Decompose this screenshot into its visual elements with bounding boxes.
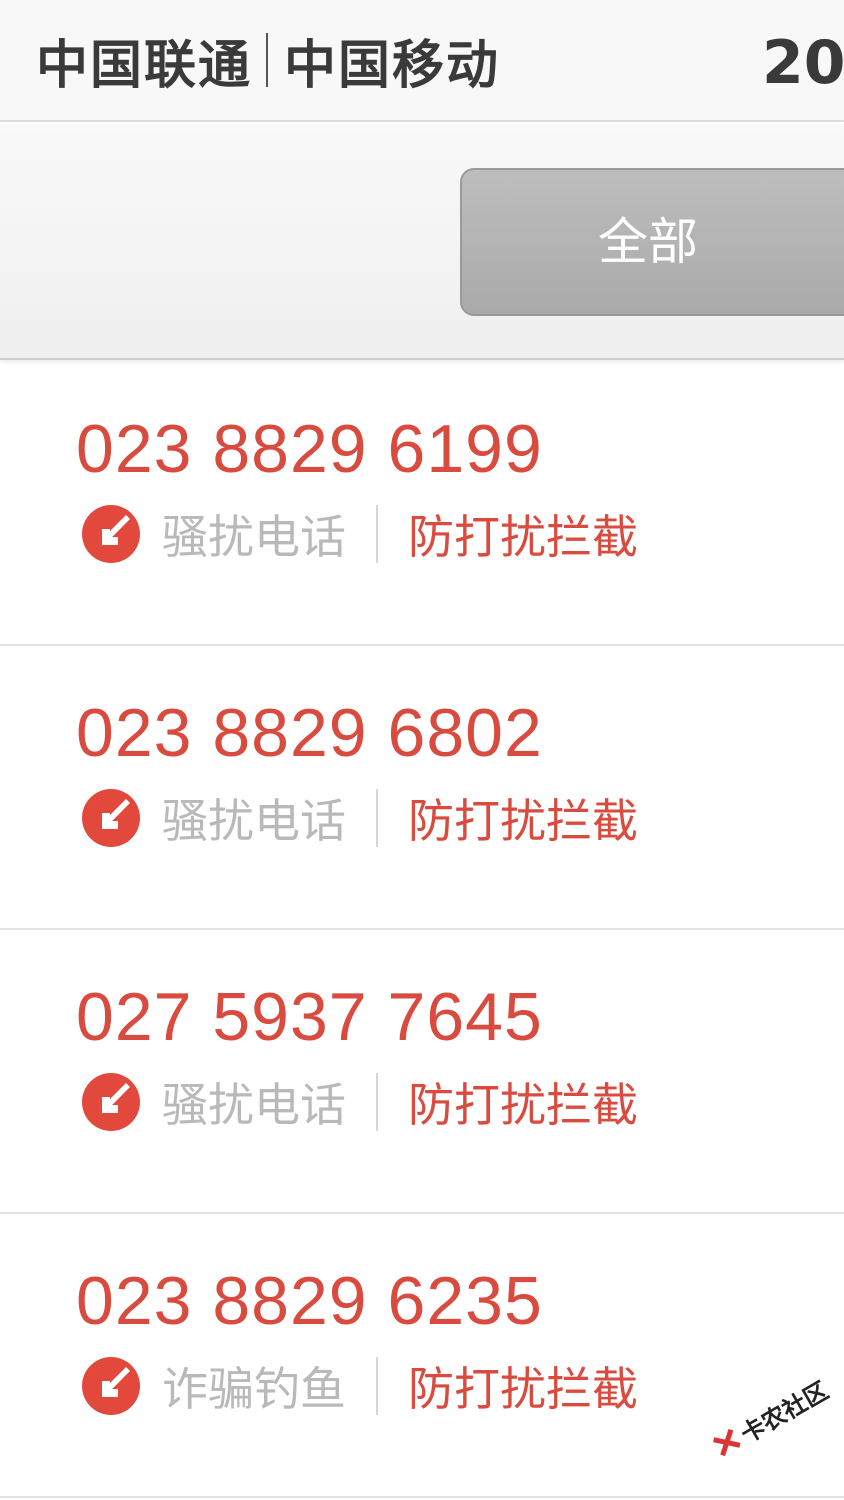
call-meta: 骚扰电话 防打扰拦截 [82,502,638,566]
call-meta: 诈骗钓鱼 防打扰拦截 [82,1354,638,1418]
status-bar: 中国联通 中国移动 20: [0,0,844,122]
blocked-call-icon [82,505,140,563]
phone-number: 023 8829 6802 [76,695,543,771]
blocked-call-icon [82,1073,140,1131]
meta-divider [376,1357,378,1415]
carrier-secondary: 中国移动 [284,35,501,96]
carrier-separator [266,33,269,87]
block-reason: 防打扰拦截 [408,794,638,848]
meta-divider [376,789,378,847]
filter-bar: 全部 [0,124,844,360]
filter-tab-all[interactable]: 全部 [460,168,844,316]
blocked-call-icon [82,789,140,847]
blocked-call-list: 023 8829 6199 骚扰电话 防打扰拦截 023 8829 6802 骚… [0,362,844,1498]
carrier-info: 中国联通 中国移动 [36,28,500,96]
phone-number: 027 5937 7645 [76,979,543,1055]
status-clock: 20: [762,28,844,98]
call-meta: 骚扰电话 防打扰拦截 [82,1070,638,1134]
list-item[interactable]: 023 8829 6235 诈骗钓鱼 防打扰拦截 [0,1214,844,1498]
block-reason: 防打扰拦截 [408,1362,638,1416]
meta-divider [376,505,378,563]
block-reason: 防打扰拦截 [408,510,638,564]
watermark-text: 卡农社区 [735,1376,833,1449]
blocked-call-icon [82,1357,140,1415]
phone-number: 023 8829 6199 [76,411,543,487]
block-reason: 防打扰拦截 [408,1078,638,1132]
list-item[interactable]: 027 5937 7645 骚扰电话 防打扰拦截 [0,930,844,1214]
call-meta: 骚扰电话 防打扰拦截 [82,786,638,850]
list-item[interactable]: 023 8829 6802 骚扰电话 防打扰拦截 [0,646,844,930]
call-category: 诈骗钓鱼 [162,1362,346,1416]
meta-divider [376,1073,378,1131]
call-category: 骚扰电话 [162,1078,346,1132]
phone-number: 023 8829 6235 [76,1263,543,1339]
call-category: 骚扰电话 [162,794,346,848]
list-item[interactable]: 023 8829 6199 骚扰电话 防打扰拦截 [0,362,844,646]
call-category: 骚扰电话 [162,510,346,564]
carrier-primary: 中国联通 [36,35,253,96]
